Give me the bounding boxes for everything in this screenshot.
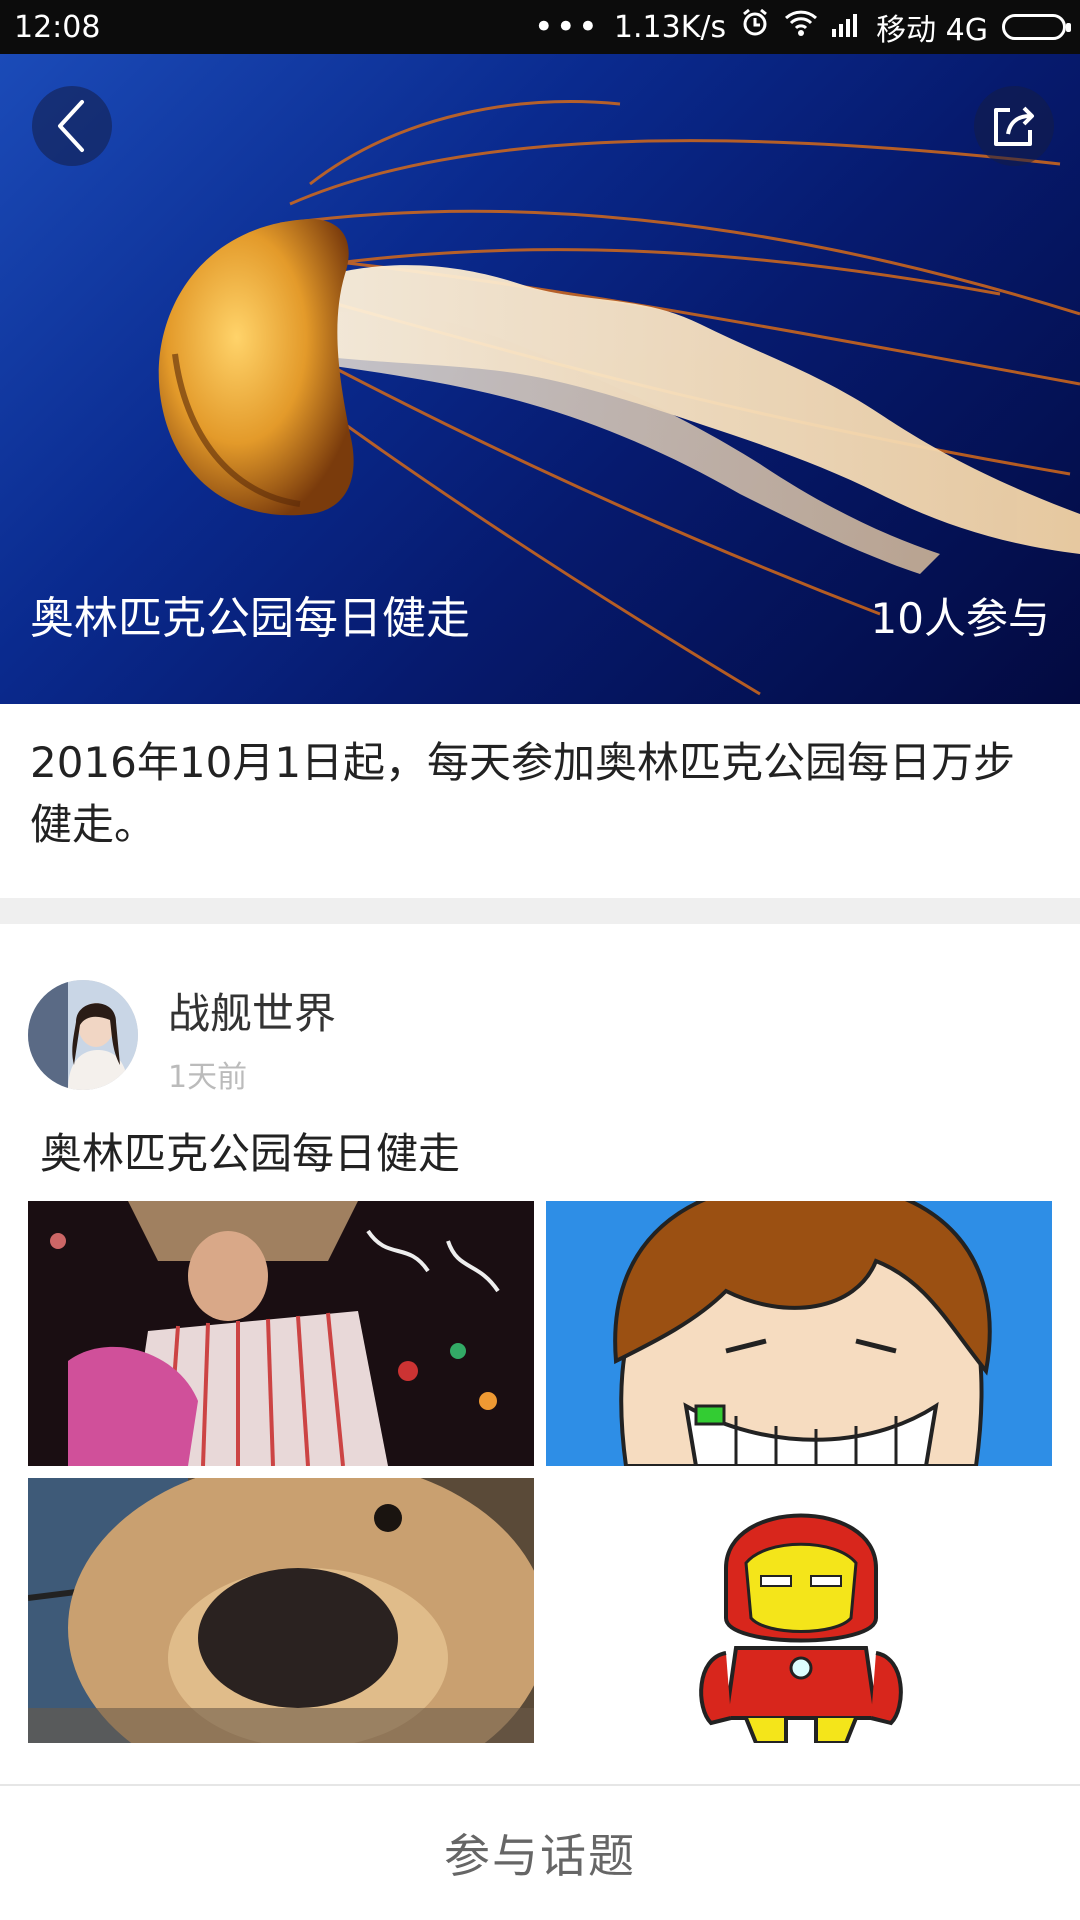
more-dots: •••	[533, 7, 600, 47]
wifi-icon	[784, 9, 818, 45]
post-photo-3[interactable]	[28, 1478, 534, 1743]
signal-icon	[832, 10, 862, 45]
battery-icon	[1002, 14, 1071, 40]
post-title: 奥林匹克公园每日健走	[40, 1129, 461, 1178]
back-button[interactable]	[32, 86, 112, 166]
post-photo-2[interactable]	[546, 1201, 1052, 1466]
post-photo-4[interactable]	[546, 1478, 1052, 1743]
topic-title: 奥林匹克公园每日健走	[30, 593, 470, 644]
back-arrow-icon	[58, 100, 84, 152]
join-topic-bar[interactable]: 参与话题	[0, 1784, 1080, 1920]
join-topic-button[interactable]: 参与话题	[444, 1820, 636, 1886]
topic-description: 2016年10月1日起，每天参加奥林匹克公园每日万步健走。	[30, 738, 1016, 849]
net-speed: 1.13K/s	[613, 9, 727, 45]
status-right: ••• 1.13K/s 移动 4G	[533, 5, 1071, 49]
share-icon	[994, 106, 1034, 146]
avatar[interactable]	[28, 980, 138, 1090]
topic-detail-screen: 12:08 ••• 1.13K/s 移动 4G 奥林匹克公园每日健走 10人参与…	[0, 0, 1080, 1920]
status-time: 12:08	[14, 9, 101, 45]
author-name[interactable]: 战舰世界	[168, 980, 336, 1041]
carrier-label: 移动 4G	[876, 13, 988, 48]
post-photo-1[interactable]	[28, 1201, 534, 1466]
share-button[interactable]	[974, 86, 1054, 166]
hero-banner: 奥林匹克公园每日健走 10人参与	[0, 54, 1080, 704]
alarm-icon	[740, 8, 770, 46]
participant-count: 10人参与	[870, 594, 1050, 643]
section-divider	[0, 898, 1080, 924]
status-bar: 12:08 ••• 1.13K/s 移动 4G	[0, 0, 1080, 54]
post-time: 1天前	[168, 1060, 248, 1095]
